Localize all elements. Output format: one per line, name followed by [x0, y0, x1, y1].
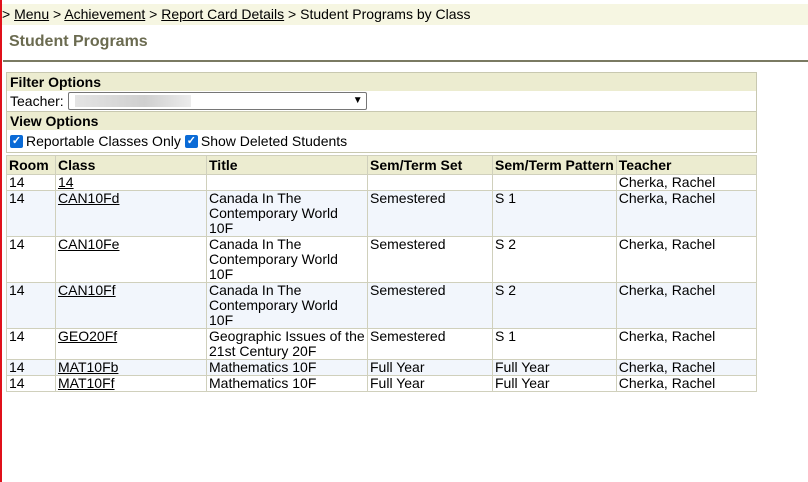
- breadcrumb: > Menu > Achievement > Report Card Detai…: [2, 4, 808, 25]
- table-row: 14 CAN10Fd Canada In The Contemporary Wo…: [6, 190, 758, 237]
- class-cell: GEO20Ff: [55, 328, 207, 360]
- room-cell: 14: [6, 359, 56, 376]
- class-link[interactable]: GEO20Ff: [58, 328, 117, 344]
- checkmark-icon: ✓: [10, 134, 23, 148]
- column-header-room[interactable]: Room: [6, 155, 56, 175]
- class-link[interactable]: 14: [58, 174, 74, 190]
- title-cell: Mathematics 10F: [206, 375, 368, 392]
- class-cell: MAT10Fb: [55, 359, 207, 376]
- reportable-classes-label: Reportable Classes Only: [26, 133, 181, 149]
- title-cell: [206, 174, 368, 191]
- title-cell: Mathematics 10F: [206, 359, 368, 376]
- sem-term-set-cell: [367, 174, 493, 191]
- sem-term-pattern-cell: [492, 174, 617, 191]
- class-cell: CAN10Fd: [55, 190, 207, 237]
- sem-term-set-cell: Semestered: [367, 328, 493, 360]
- view-options-panel: View Options ✓ Reportable Classes Only ✓…: [6, 112, 757, 153]
- title-cell: Canada In The Contemporary World 10F: [206, 236, 368, 283]
- column-header-class[interactable]: Class: [55, 155, 207, 175]
- table-row: 14 MAT10Fb Mathematics 10F Full Year Ful…: [6, 359, 758, 376]
- class-link[interactable]: CAN10Fd: [58, 190, 119, 206]
- teacher-cell: Cherka, Rachel: [615, 174, 758, 191]
- sem-term-set-cell: Full Year: [367, 375, 493, 392]
- column-header-sem-term-pattern[interactable]: Sem/Term Pattern: [492, 155, 617, 175]
- breadcrumb-separator: >: [53, 6, 62, 22]
- show-deleted-checkbox[interactable]: ✓ Show Deleted Students: [184, 131, 348, 151]
- breadcrumb-achievement-link[interactable]: Achievement: [64, 6, 145, 22]
- table-header-row: Room Class Title Sem/Term Set Sem/Term P…: [6, 155, 758, 175]
- table-row: 14 GEO20Ff Geographic Issues of the 21st…: [6, 328, 758, 360]
- sem-term-set-cell: Semestered: [367, 282, 493, 329]
- sem-term-pattern-cell: S 2: [492, 282, 617, 329]
- class-cell: 14: [55, 174, 207, 191]
- programs-table: Room Class Title Sem/Term Set Sem/Term P…: [6, 155, 758, 392]
- room-cell: 14: [6, 190, 56, 237]
- reportable-classes-checkbox[interactable]: ✓ Reportable Classes Only: [10, 131, 181, 151]
- breadcrumb-report-card-link[interactable]: Report Card Details: [161, 6, 284, 22]
- sem-term-pattern-cell: S 2: [492, 236, 617, 283]
- page-title: Student Programs: [9, 33, 148, 50]
- title-cell: Canada In The Contemporary World 10F: [206, 282, 368, 329]
- breadcrumb-separator: >: [288, 6, 297, 22]
- room-cell: 14: [6, 328, 56, 360]
- title-cell: Canada In The Contemporary World 10F: [206, 190, 368, 237]
- room-cell: 14: [6, 174, 56, 191]
- filter-options-heading: Filter Options: [7, 73, 756, 91]
- sem-term-pattern-cell: Full Year: [492, 359, 617, 376]
- teacher-cell: Cherka, Rachel: [615, 282, 758, 329]
- class-cell: MAT10Ff: [55, 375, 207, 392]
- teacher-cell: Cherka, Rachel: [615, 236, 758, 283]
- class-link[interactable]: MAT10Ff: [58, 375, 115, 391]
- table-row: 14 14 Cherka, Rachel: [6, 174, 758, 191]
- table-row: 14 MAT10Ff Mathematics 10F Full Year Ful…: [6, 375, 758, 392]
- column-header-teacher[interactable]: Teacher: [615, 155, 758, 175]
- teacher-cell: Cherka, Rachel: [615, 375, 758, 392]
- teacher-select[interactable]: ▼: [67, 92, 367, 110]
- table-row: 14 CAN10Ff Canada In The Contemporary Wo…: [6, 282, 758, 329]
- class-cell: CAN10Fe: [55, 236, 207, 283]
- left-edge-bar: [0, 0, 2, 482]
- column-header-title[interactable]: Title: [206, 155, 368, 175]
- sem-term-pattern-cell: Full Year: [492, 375, 617, 392]
- teacher-select-redacted-value: [74, 95, 191, 107]
- teacher-label: Teacher:: [10, 93, 64, 109]
- title-divider: [3, 60, 808, 62]
- class-cell: CAN10Ff: [55, 282, 207, 329]
- checkmark-icon: ✓: [184, 134, 198, 148]
- sem-term-set-cell: Full Year: [367, 359, 493, 376]
- room-cell: 14: [6, 236, 56, 283]
- table-row: 14 CAN10Fe Canada In The Contemporary Wo…: [6, 236, 758, 283]
- view-options-heading: View Options: [7, 112, 756, 130]
- class-link[interactable]: MAT10Fb: [58, 359, 118, 375]
- sem-term-pattern-cell: S 1: [492, 190, 617, 237]
- filter-options-panel: Filter Options Teacher: ▼: [6, 72, 757, 112]
- sem-term-set-cell: Semestered: [367, 190, 493, 237]
- class-link[interactable]: CAN10Ff: [58, 282, 116, 298]
- sem-term-pattern-cell: S 1: [492, 328, 617, 360]
- show-deleted-label: Show Deleted Students: [200, 133, 348, 149]
- class-link[interactable]: CAN10Fe: [58, 236, 119, 252]
- teacher-cell: Cherka, Rachel: [615, 328, 758, 360]
- teacher-cell: Cherka, Rachel: [615, 190, 758, 237]
- teacher-cell: Cherka, Rachel: [615, 359, 758, 376]
- chevron-down-icon: ▼: [352, 95, 363, 106]
- breadcrumb-menu-link[interactable]: Menu: [14, 6, 49, 22]
- room-cell: 14: [6, 375, 56, 392]
- breadcrumb-separator: >: [149, 6, 158, 22]
- breadcrumb-current: Student Programs by Class: [300, 6, 471, 22]
- room-cell: 14: [6, 282, 56, 329]
- column-header-sem-term-set[interactable]: Sem/Term Set: [367, 155, 493, 175]
- title-cell: Geographic Issues of the 21st Century 20…: [206, 328, 368, 360]
- sem-term-set-cell: Semestered: [367, 236, 493, 283]
- breadcrumb-lead: >: [2, 6, 11, 22]
